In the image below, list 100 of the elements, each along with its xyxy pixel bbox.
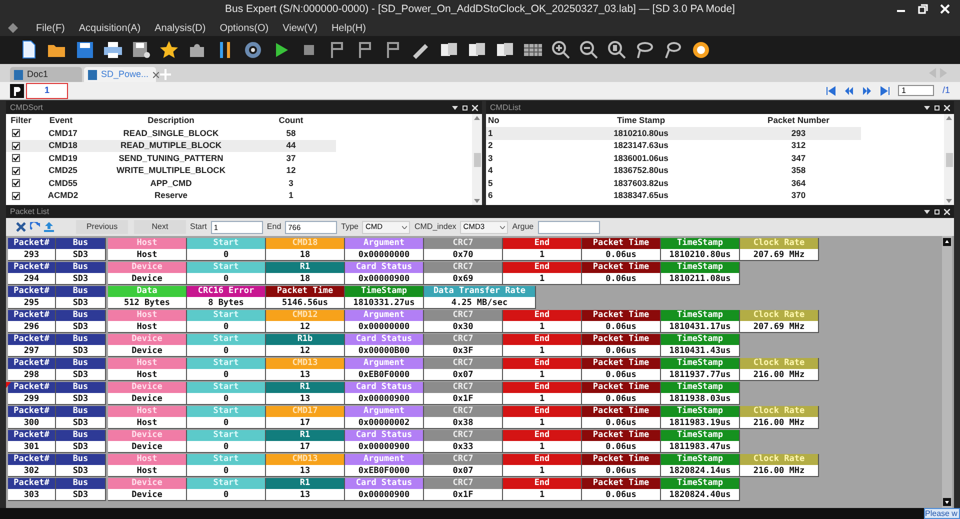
menu-item[interactable]: View(V) <box>282 20 318 36</box>
export-icon[interactable] <box>44 222 54 232</box>
printer-icon[interactable] <box>103 40 123 60</box>
scroll-thumb[interactable] <box>946 152 952 166</box>
menu-item[interactable]: Acquisition(A) <box>78 20 141 36</box>
next-button[interactable]: Next <box>134 220 186 234</box>
field-value: 1811983.47us <box>661 441 740 453</box>
table-row[interactable]: ACMD2 Reserve 1 <box>6 190 336 202</box>
table-row[interactable]: CMD19 SEND_TUNING_PATTERN 37 <box>6 152 336 164</box>
field-value: SD3 <box>56 249 106 261</box>
field-header: Start <box>187 358 266 369</box>
zoom-page-icon[interactable] <box>607 40 627 60</box>
refresh-icon[interactable] <box>30 222 40 232</box>
panel-title: Packet List <box>10 206 50 218</box>
column-header: No <box>487 114 500 127</box>
zoom-in-icon[interactable] <box>551 40 571 60</box>
dropdown-icon[interactable] <box>452 104 458 110</box>
page-number-field[interactable]: 1 <box>898 85 934 96</box>
table-cell-text: 1810210.80us <box>612 126 670 140</box>
field-value: 0.06us <box>582 321 661 333</box>
previous-page-icon[interactable] <box>844 86 854 96</box>
field-value: 1 <box>503 393 582 405</box>
last-page-icon[interactable] <box>880 86 890 96</box>
field-header: CRC7 <box>424 454 503 465</box>
table-row[interactable]: 2 1823147.63us 312 <box>486 140 861 152</box>
save-icon[interactable] <box>75 40 95 60</box>
checkbox[interactable] <box>12 179 20 188</box>
dropdown-icon[interactable] <box>924 208 930 214</box>
field-value: Host <box>108 417 187 429</box>
field-value: 0 <box>187 417 266 429</box>
lasso-icon[interactable] <box>663 40 683 60</box>
previous-button[interactable]: Previous <box>76 220 128 234</box>
table-cell-text: 358 <box>790 164 807 178</box>
field-value: 0.06us <box>582 465 661 477</box>
field-value: SD3 <box>56 321 106 333</box>
pin-icon[interactable] <box>462 104 468 110</box>
delete-icon[interactable] <box>16 222 26 232</box>
table-row[interactable]: CMD17 READ_SINGLE_BLOCK 58 <box>6 127 336 140</box>
menu-item[interactable]: Help(H) <box>331 20 366 36</box>
scroll-down-icon[interactable] <box>943 498 951 506</box>
next-page-icon[interactable] <box>862 86 872 96</box>
table-row[interactable]: 5 1837603.82us 364 <box>486 177 861 190</box>
field-value: Host <box>108 321 187 333</box>
table-cell-text: 44 <box>285 139 297 152</box>
menu-item[interactable]: Analysis(D) <box>154 20 206 36</box>
field-value: 0x07 <box>424 465 503 477</box>
document-tab[interactable]: SD_Powe... <box>84 67 156 82</box>
field-header: Packet# <box>8 262 56 273</box>
field-header: Card Status <box>345 262 424 273</box>
field-value: 0 <box>187 249 266 261</box>
first-page-icon[interactable] <box>826 86 836 96</box>
zoom-out-icon[interactable] <box>579 40 599 60</box>
save-as-icon[interactable] <box>131 40 151 60</box>
lasso-icon[interactable] <box>635 40 655 60</box>
field-value: 8 Bytes <box>187 297 266 309</box>
document-tab[interactable]: Doc1 <box>10 67 82 82</box>
checkbox[interactable] <box>12 142 20 150</box>
checkbox[interactable] <box>12 154 20 162</box>
table-row[interactable]: CMD55 APP_CMD 3 <box>6 177 336 190</box>
checkbox[interactable] <box>12 192 20 200</box>
table-row[interactable]: CMD18 READ_MUTIPLE_BLOCK 44 <box>6 140 336 152</box>
field-value: Device <box>108 393 187 405</box>
table-cell-text: 1836001.06us <box>612 152 670 165</box>
ring-icon[interactable] <box>691 40 711 60</box>
field-header: Bus <box>56 406 106 417</box>
table-row[interactable]: 1 1810210.80us 293 <box>486 127 861 140</box>
field-value: 1810431.17us <box>661 321 740 333</box>
dropdown-icon[interactable] <box>924 104 930 110</box>
field-header: TimeStamp <box>661 238 740 249</box>
panel-title: CMDSort <box>10 102 43 114</box>
scroll-up-icon[interactable] <box>943 238 951 246</box>
field-label: Start <box>190 221 207 233</box>
table-row[interactable]: 4 1836752.80us 358 <box>486 164 861 177</box>
menu-item[interactable]: Options(O) <box>220 20 269 36</box>
field-header: Packet# <box>8 406 56 417</box>
checkbox[interactable] <box>12 129 20 138</box>
pin-icon[interactable] <box>934 208 940 214</box>
table-row[interactable]: 3 1836001.06us 347 <box>486 152 861 164</box>
page-tab[interactable]: 1 <box>26 82 68 98</box>
star-icon[interactable] <box>159 40 179 60</box>
checkbox[interactable] <box>12 166 20 175</box>
argue-field[interactable] <box>538 220 600 234</box>
table-cell-text: 1837603.82us <box>612 176 670 190</box>
restore-icon[interactable] <box>918 4 928 14</box>
field-header: Device <box>108 334 187 345</box>
field-value: 1 <box>503 441 582 453</box>
field-value: SD3 <box>56 441 106 453</box>
menu-item[interactable]: File(F) <box>36 20 65 36</box>
scroll-thumb[interactable] <box>474 152 480 166</box>
field-value: 1 <box>503 321 582 333</box>
field-header: Clock Rate <box>740 310 819 321</box>
table-row[interactable]: 6 1838347.65us 370 <box>486 190 861 202</box>
table-cell-text: 6 <box>487 189 494 202</box>
field-value: 1 <box>503 417 582 429</box>
field-header: Argument <box>345 238 424 249</box>
pin-icon[interactable] <box>934 104 940 110</box>
field-header: Card Status <box>345 334 424 345</box>
table-cell-text: APP_CMD <box>149 176 193 190</box>
page-view-icon[interactable] <box>10 84 24 98</box>
table-row[interactable]: CMD25 WRITE_MULTIPLE_BLOCK 12 <box>6 164 336 177</box>
